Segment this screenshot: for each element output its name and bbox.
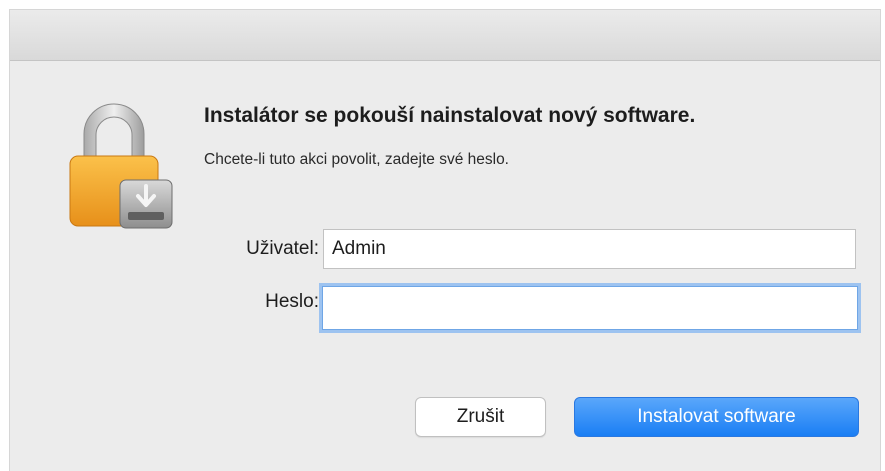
install-software-button[interactable]: Instalovat software (574, 397, 859, 437)
auth-dialog: Instalátor se pokouší nainstalovat nový … (10, 10, 880, 471)
password-label: Heslo: (265, 291, 319, 312)
title-bar[interactable] (10, 10, 880, 61)
cancel-button[interactable]: Zrušit (415, 397, 546, 437)
username-field[interactable] (323, 229, 856, 269)
lock-installer-icon (66, 94, 176, 234)
username-label: Uživatel: (246, 238, 319, 259)
dialog-subtitle: Chcete-li tuto akci povolit, zadejte své… (204, 151, 509, 168)
dialog-title: Instalátor se pokouší nainstalovat nový … (204, 104, 696, 127)
password-field[interactable] (322, 286, 858, 330)
